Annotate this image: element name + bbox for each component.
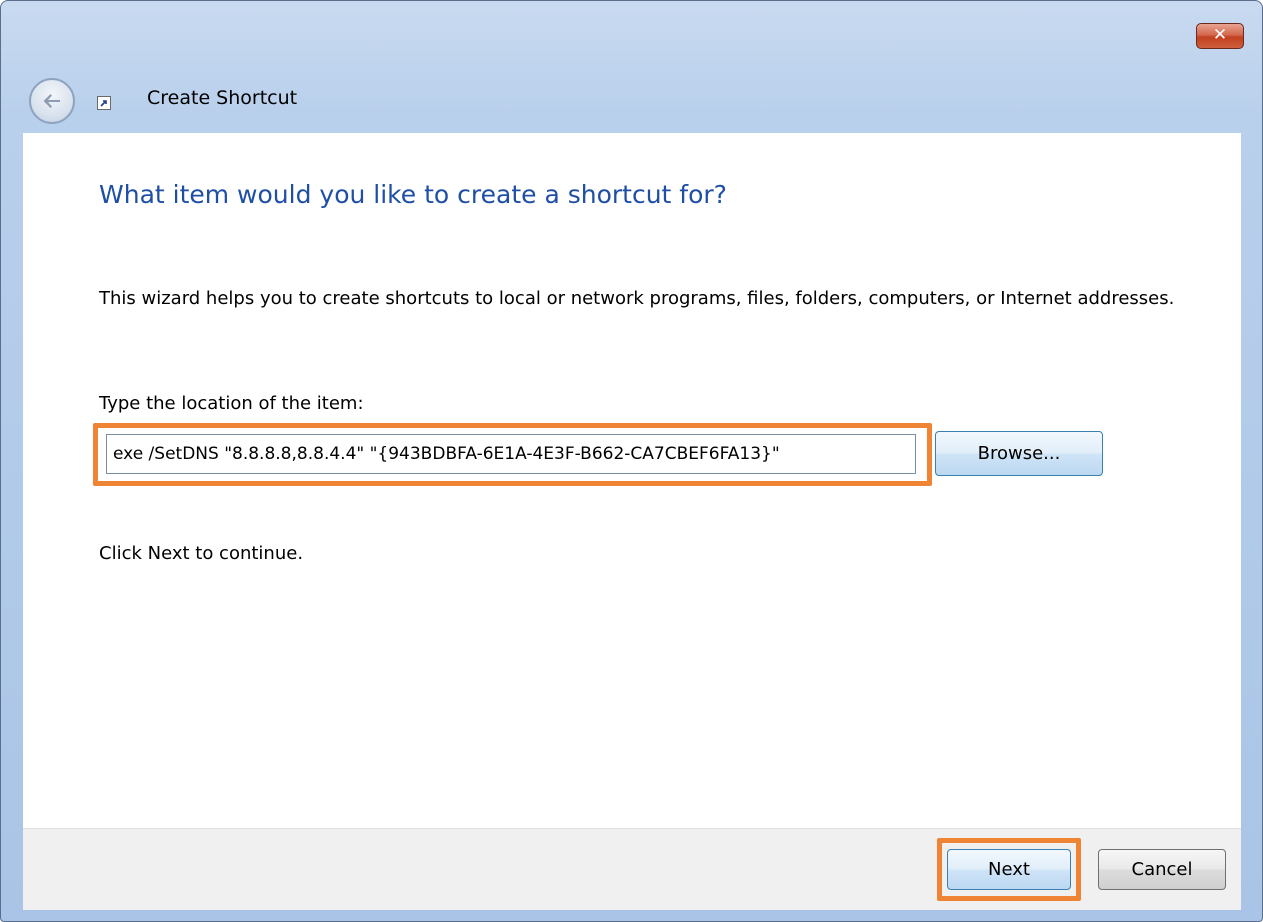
location-input-highlight <box>93 423 932 486</box>
continue-instruction: Click Next to continue. <box>99 543 304 564</box>
wizard-description: This wizard helps you to create shortcut… <box>99 288 1175 309</box>
page-heading: What item would you like to create a sho… <box>99 180 727 209</box>
cancel-button[interactable]: Cancel <box>1098 849 1226 890</box>
button-bar: Next Cancel <box>23 828 1241 910</box>
shortcut-icon <box>97 96 111 110</box>
back-button[interactable] <box>29 78 75 124</box>
back-arrow-icon <box>43 94 60 108</box>
title-bar: ✕ Create Shortcut <box>1 1 1262 133</box>
location-label: Type the location of the item: <box>99 393 364 414</box>
browse-button[interactable]: Browse... <box>935 431 1103 476</box>
window-title: Create Shortcut <box>147 87 298 109</box>
wizard-content: What item would you like to create a sho… <box>23 133 1241 828</box>
next-button[interactable]: Next <box>947 849 1071 890</box>
location-input[interactable] <box>106 434 916 474</box>
create-shortcut-dialog: ✕ Create Shortcut What item would you li… <box>0 0 1263 922</box>
close-icon: ✕ <box>1212 25 1228 45</box>
next-button-highlight: Next <box>937 838 1081 901</box>
close-button[interactable]: ✕ <box>1196 23 1244 49</box>
